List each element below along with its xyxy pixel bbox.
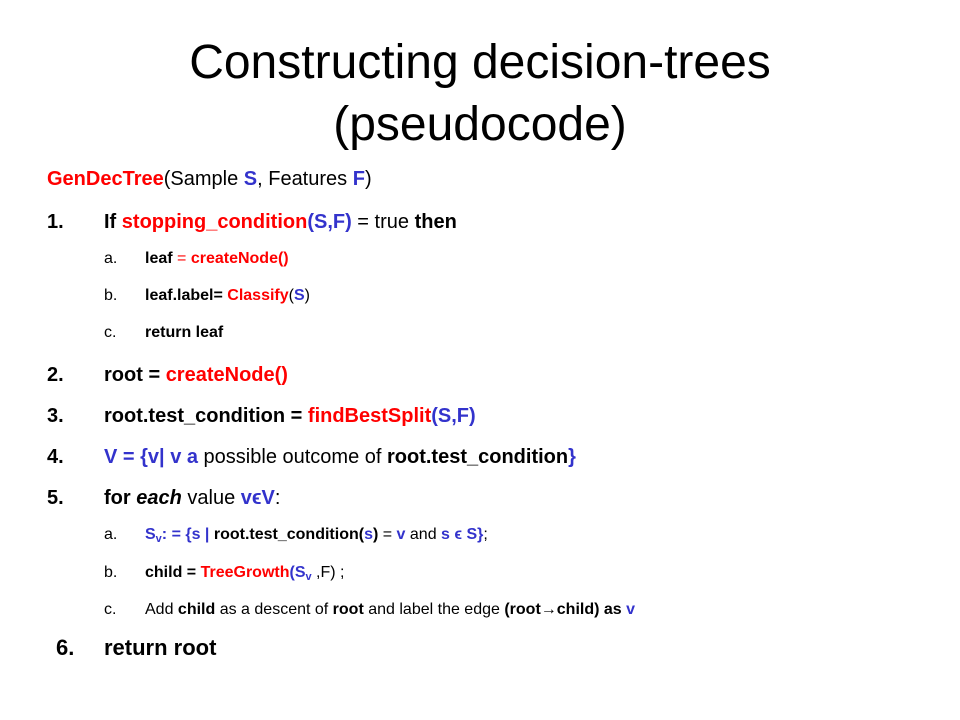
step-4-number: 4.	[47, 446, 64, 468]
slide: Constructing decision-trees (pseudocode)…	[0, 0, 960, 720]
title-line-1: Constructing decision-trees	[189, 36, 771, 89]
step-5-for: for	[104, 487, 131, 509]
step-5a-s-arg: s	[364, 526, 373, 543]
step-1a-createnode: createNode()	[190, 250, 289, 267]
step-3-eq: =	[285, 405, 308, 427]
step-5c-child: child	[177, 601, 216, 618]
step-5c-child-close: child)	[556, 601, 600, 618]
step-1a-number: a.	[104, 250, 118, 267]
step-4-text: possible outcome of	[198, 446, 387, 468]
slide-title: Constructing decision-trees (pseudocode)	[0, 32, 960, 156]
step-3-args: (S,F)	[431, 405, 476, 427]
signature-close: )	[364, 168, 372, 190]
step-5c-add: Add	[145, 601, 178, 618]
step-5-vev: vϵV	[240, 487, 275, 509]
step-3-line: root.test_condition = findBestSplit(S,F)	[104, 405, 476, 428]
step-5-colon: :	[274, 487, 281, 509]
step-5b-child: child =	[145, 564, 201, 581]
step-1a-eq: =	[172, 250, 191, 267]
step-2-eq: =	[142, 364, 166, 386]
step-5a-assign: : = {s |	[161, 526, 214, 543]
step-5c-number: c.	[104, 601, 117, 618]
param-f: F	[352, 168, 365, 190]
step-1b-close: )	[304, 287, 310, 304]
step-1b-s: S	[293, 287, 305, 304]
step-2-root: root	[104, 364, 143, 386]
step-6-number: 6.	[56, 635, 75, 660]
step-5-each: each	[130, 487, 182, 509]
step-1b-line: leaf.label= Classify(S)	[145, 287, 310, 305]
step-5b-s: (S	[289, 564, 306, 581]
signature-open: (Sample	[163, 168, 244, 190]
step-1-if: If	[104, 211, 117, 233]
step-1b-classify: Classify	[227, 287, 289, 304]
step-5c-root: root	[332, 601, 364, 618]
step-5c-label-edge: and label the edge	[363, 601, 505, 618]
step-5b-number: b.	[104, 564, 118, 581]
step-1-number: 1.	[47, 211, 64, 233]
step-5b-treegrowth: TreeGrowth	[200, 564, 290, 581]
step-4-close: }	[568, 446, 576, 468]
step-5a-number: a.	[104, 526, 118, 543]
step-3-findbestsplit: findBestSplit	[307, 405, 432, 427]
step-5a-s-in-s: s ϵ S}	[441, 526, 484, 543]
step-1b-leaf-label: leaf.label=	[145, 287, 223, 304]
function-signature: GenDecTree(Sample S, Features F)	[47, 168, 372, 191]
step-1-condition: stopping_condition	[121, 211, 308, 233]
step-3-root-test: root.test_condition	[104, 405, 286, 427]
step-2-number: 2.	[47, 364, 64, 386]
step-1c-line: return leaf	[145, 324, 224, 341]
step-5a-and: and	[405, 526, 442, 543]
step-4-line: V = {v| v a possible outcome of root.tes…	[104, 446, 576, 469]
step-5-number: 5.	[47, 487, 64, 509]
step-1b-number: b.	[104, 287, 118, 304]
step-5c-line: Add child as a descent of root and label…	[145, 601, 635, 619]
step-1-args: (S,F)	[307, 211, 352, 233]
title-line-2: (pseudocode)	[333, 98, 627, 151]
step-4-v-set: V = {v| v a	[104, 446, 198, 468]
step-6-line: return root	[104, 635, 217, 660]
step-2-createnode: createNode()	[165, 364, 288, 386]
step-1c-number: c.	[104, 324, 117, 341]
step-5b-rest: ,F) ;	[311, 564, 345, 581]
step-1-eq: = true	[351, 211, 415, 233]
function-name: GenDecTree	[47, 168, 164, 190]
step-5b-line: child = TreeGrowth(Sv ,F) ;	[145, 564, 345, 583]
step-5a-eq: =	[378, 526, 397, 543]
step-5a-semicolon: ;	[483, 526, 488, 543]
step-5c-as: as	[599, 601, 627, 618]
step-4-root-test: root.test_condition	[387, 446, 569, 468]
step-5a-root-test: root.test_condition(	[213, 526, 365, 543]
step-5c-v: v	[626, 601, 636, 618]
step-5c-open-root: (root	[504, 601, 541, 618]
step-1-line: If stopping_condition(S,F) = true then	[104, 211, 457, 234]
step-5c-descent: as a descent of	[215, 601, 333, 618]
signature-mid: , Features	[257, 168, 353, 190]
step-1-then: then	[414, 211, 457, 233]
step-5a-s: S	[145, 526, 156, 543]
step-3-number: 3.	[47, 405, 64, 427]
step-5-value: value	[181, 487, 241, 509]
step-2-line: root = createNode()	[104, 364, 288, 387]
step-1a-leaf: leaf	[145, 250, 173, 267]
param-s: S	[243, 168, 258, 190]
step-5-line: for each value vϵV:	[104, 487, 280, 510]
arrow-right-icon: →	[540, 601, 557, 618]
step-5a-line: Sv: = {s | root.test_condition(s) = v an…	[145, 526, 488, 545]
step-1a-line: leaf = createNode()	[145, 250, 289, 268]
